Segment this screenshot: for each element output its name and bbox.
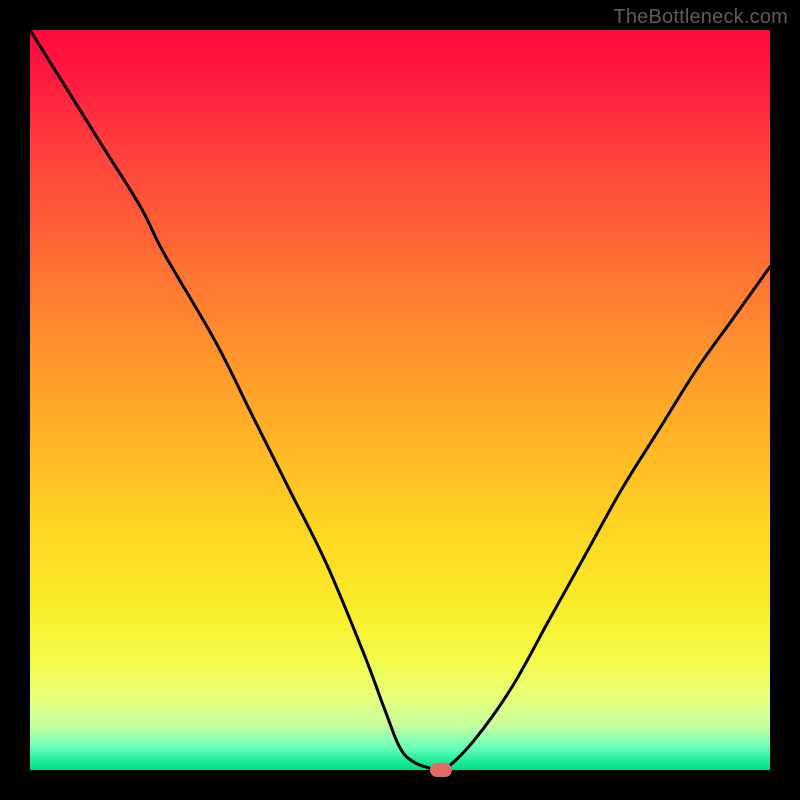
plot-area	[30, 30, 770, 770]
watermark-text: TheBottleneck.com	[613, 6, 788, 29]
chart-frame: TheBottleneck.com	[0, 0, 800, 800]
bottleneck-curve	[30, 30, 770, 770]
optimum-marker	[430, 763, 452, 777]
